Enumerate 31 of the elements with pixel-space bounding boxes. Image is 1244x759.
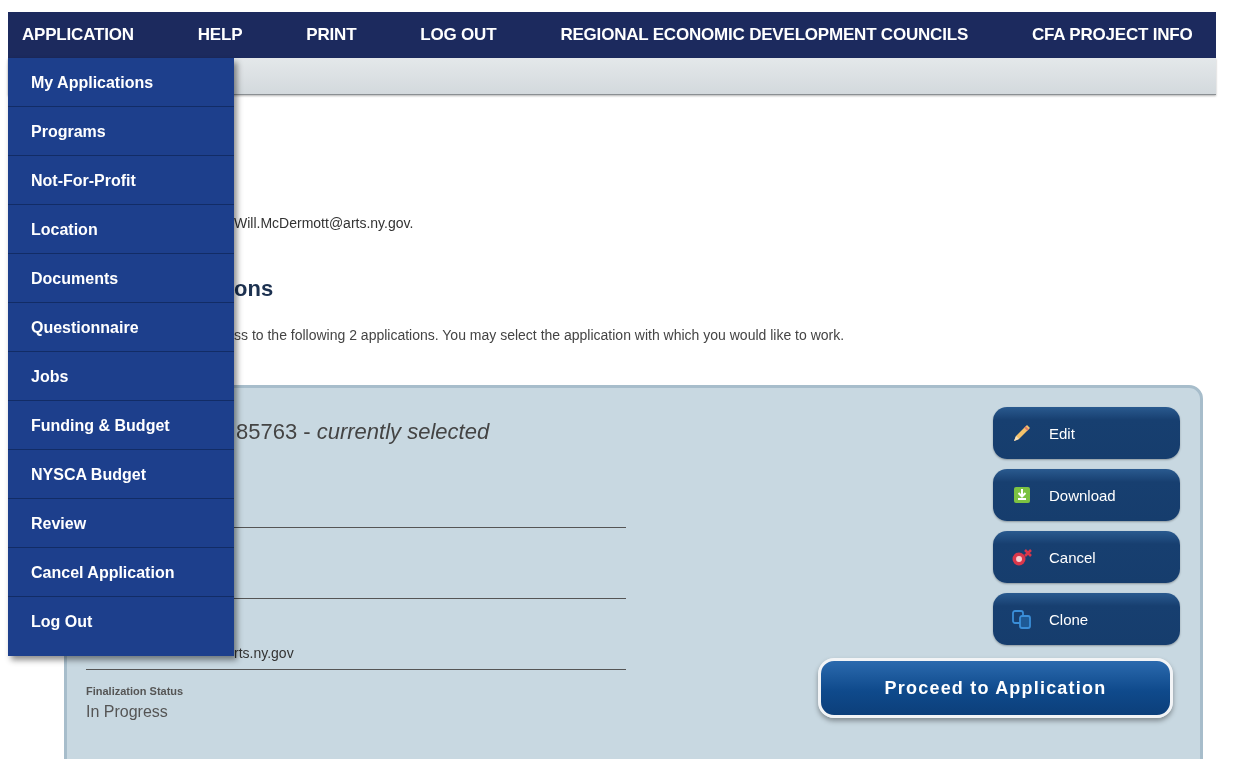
proceed-button[interactable]: Proceed to Application bbox=[818, 658, 1173, 718]
field-value: In Progress bbox=[86, 702, 168, 722]
menu-item[interactable]: Questionnaire bbox=[8, 303, 234, 352]
email-text: Will.McDermott@arts.ny.gov bbox=[234, 215, 410, 231]
intro-text: ss to the following 2 applications. You may select the application with which you would like to work. bbox=[234, 326, 846, 344]
nav-link[interactable]: HELP bbox=[197, 25, 243, 45]
pencil-icon bbox=[1011, 422, 1033, 444]
menu-item[interactable]: Jobs bbox=[8, 352, 234, 401]
edit-button[interactable]: Edit bbox=[993, 407, 1180, 459]
download-icon bbox=[1011, 484, 1033, 506]
cancel-button[interactable]: Cancel bbox=[993, 531, 1180, 583]
menu-item[interactable]: Documents bbox=[8, 254, 234, 303]
menu-item[interactable]: Programs bbox=[8, 107, 234, 156]
field-value: rts.ny.gov bbox=[234, 644, 295, 662]
menu-item[interactable]: Log Out bbox=[8, 597, 234, 646]
section-heading: ons bbox=[234, 276, 275, 302]
menu-item[interactable]: Location bbox=[8, 205, 234, 254]
clone-button[interactable]: Clone bbox=[993, 593, 1180, 645]
field-label: Finalization Status bbox=[86, 684, 184, 698]
nav-link[interactable]: APPLICATION bbox=[22, 25, 134, 45]
nav-link[interactable]: REGIONAL ECONOMIC DEVELOPMENT COUNCILS bbox=[560, 25, 969, 45]
download-button[interactable]: Download bbox=[993, 469, 1180, 521]
nav-link[interactable]: PRINT bbox=[306, 25, 357, 45]
menu-item[interactable]: My Applications bbox=[8, 58, 234, 107]
menu-item[interactable]: Not-For-Profit bbox=[8, 156, 234, 205]
nav-link[interactable]: CFA PROJECT INFO bbox=[1032, 25, 1193, 45]
copy-icon bbox=[1011, 608, 1033, 630]
application-title: 85763 - currently selected bbox=[236, 418, 491, 446]
period-text: . bbox=[409, 215, 414, 231]
cancel-icon bbox=[1011, 546, 1033, 568]
nav-link[interactable]: LOG OUT bbox=[420, 25, 497, 45]
